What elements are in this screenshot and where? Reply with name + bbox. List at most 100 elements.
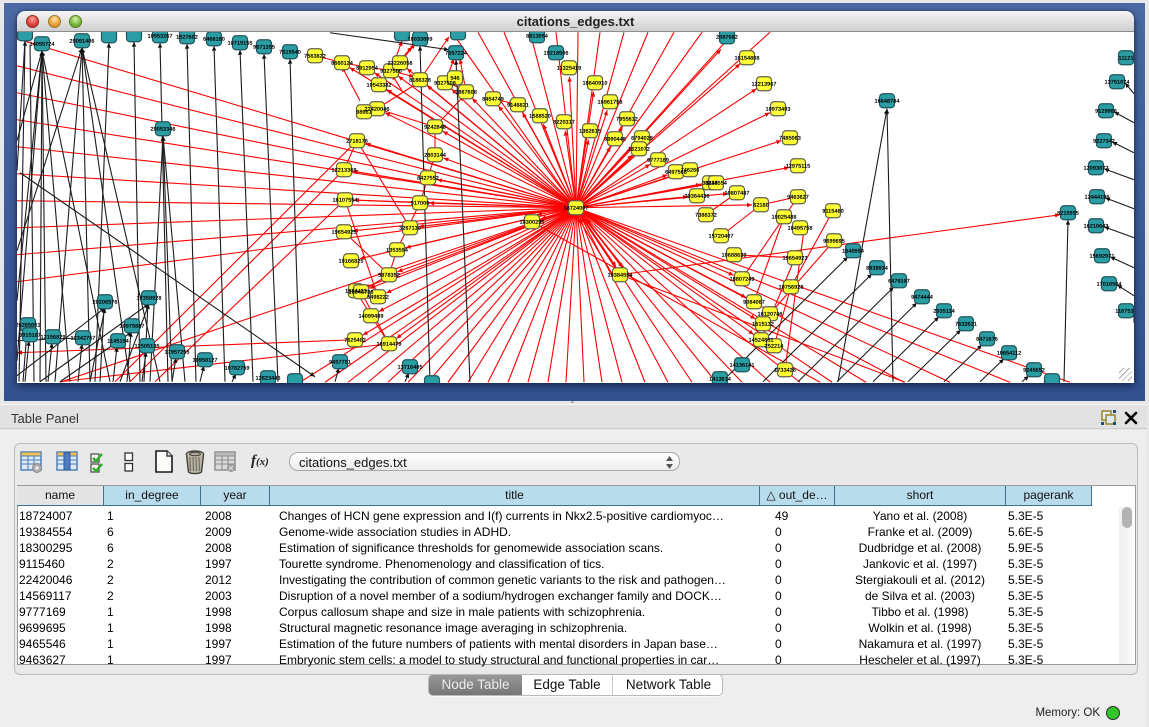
svg-text:3267130: 3267130 (399, 225, 421, 231)
svg-text:9245652: 9245652 (1023, 367, 1045, 373)
svg-text:18807249: 18807249 (730, 276, 755, 282)
svg-text:9115460: 9115460 (822, 208, 843, 214)
svg-text:1167534: 1167534 (1115, 308, 1134, 314)
svg-text:10807487: 10807487 (725, 190, 750, 196)
svg-text:16107554: 16107554 (333, 197, 359, 203)
svg-text:8186328: 8186328 (409, 77, 431, 83)
svg-text:10719155: 10719155 (228, 40, 253, 46)
svg-text:19166825: 19166825 (339, 258, 364, 264)
svg-text:11325419: 11325419 (557, 65, 582, 71)
svg-text:8990448: 8990448 (604, 136, 626, 142)
svg-text:19218506: 19218506 (544, 50, 569, 56)
svg-text:23226058: 23226058 (388, 60, 413, 66)
svg-text:18495758: 18495758 (788, 225, 813, 231)
svg-text:7515540: 7515540 (279, 49, 301, 55)
svg-text:6794028: 6794028 (631, 135, 653, 141)
svg-text:20364436: 20364436 (685, 193, 710, 199)
svg-text:12975115: 12975115 (786, 163, 811, 169)
svg-text:10553267: 10553267 (148, 33, 173, 39)
svg-text:1621072: 1621072 (628, 146, 650, 152)
svg-text:10756928: 10756928 (779, 284, 804, 290)
svg-text:14136141: 14136141 (730, 362, 755, 368)
svg-text:10025488: 10025488 (772, 214, 797, 220)
svg-text:9474444: 9474444 (911, 294, 934, 300)
svg-text:8660124: 8660124 (331, 60, 354, 66)
svg-text:917006: 917006 (411, 200, 430, 206)
svg-text:9457791: 9457791 (329, 359, 351, 365)
svg-text:19384554: 19384554 (608, 272, 634, 278)
svg-text:9699695: 9699695 (823, 238, 845, 244)
svg-text:19654925: 19654925 (332, 229, 357, 235)
svg-text:2867608: 2867608 (455, 89, 477, 95)
svg-text:6466160: 6466160 (203, 36, 225, 42)
svg-text:2718176: 2718176 (346, 138, 368, 144)
svg-text:20091406: 20091406 (70, 38, 95, 44)
svg-text:16914479: 16914479 (377, 341, 402, 347)
svg-text:16120746: 16120746 (758, 311, 783, 317)
svg-text:17359928: 17359928 (137, 295, 162, 301)
svg-text:1527602: 1527602 (176, 34, 198, 40)
svg-text:9084067: 9084067 (743, 299, 765, 305)
svg-text:14055724: 14055724 (30, 41, 56, 47)
svg-text:20206576: 20206576 (93, 299, 118, 305)
svg-text:6479197: 6479197 (888, 278, 910, 284)
svg-text:8215955: 8215955 (1057, 210, 1079, 216)
svg-text:10958127: 10958127 (193, 357, 218, 363)
svg-text:9242848: 9242848 (424, 124, 446, 130)
svg-text:1733426: 1733426 (774, 367, 796, 373)
svg-text:13751074: 13751074 (1105, 79, 1131, 85)
svg-text:20053346: 20053346 (151, 126, 176, 132)
svg-text:7386372: 7386372 (695, 212, 717, 218)
svg-text:8220317: 8220317 (553, 119, 575, 125)
svg-text:3624554: 3624554 (705, 180, 728, 186)
svg-text:252214: 252214 (765, 343, 785, 349)
svg-text:8938924: 8938924 (866, 265, 889, 271)
svg-text:10688639: 10688639 (722, 252, 747, 258)
svg-text:8471676: 8471676 (976, 336, 998, 342)
svg-text:1640954: 1640954 (842, 248, 865, 254)
svg-text:18724007: 18724007 (564, 205, 589, 211)
svg-text:16033809: 16033809 (408, 36, 433, 42)
svg-text:8454749: 8454749 (482, 96, 504, 102)
svg-text:3915187: 3915187 (19, 332, 41, 338)
svg-text:1362615: 1362615 (579, 128, 601, 134)
svg-text:19654923: 19654923 (783, 255, 808, 261)
svg-text:9129966: 9129966 (1095, 108, 1117, 114)
svg-text:5878352: 5878352 (378, 272, 400, 278)
svg-text:1588520: 1588520 (529, 113, 551, 119)
svg-text:18300295: 18300295 (520, 219, 545, 225)
svg-text:9463627: 9463627 (787, 194, 809, 200)
svg-text:16648784: 16648784 (875, 98, 901, 104)
svg-text:7955812: 7955812 (616, 116, 638, 122)
svg-text:8427552: 8427552 (417, 175, 439, 181)
svg-text:17957255: 17957255 (165, 349, 190, 355)
svg-text:98961: 98961 (356, 109, 372, 115)
svg-text:5498222: 5498222 (367, 294, 389, 300)
svg-text:14099489: 14099489 (359, 313, 384, 319)
svg-text:1615132: 1615132 (752, 321, 774, 327)
svg-text:9327500: 9327500 (380, 68, 402, 74)
svg-text:746266: 746266 (681, 167, 700, 173)
svg-text:12823446: 12823446 (256, 375, 281, 381)
svg-text:15692971: 15692971 (1090, 253, 1115, 259)
svg-text:1145194: 1145194 (107, 338, 129, 344)
svg-text:1353594: 1353594 (386, 247, 409, 253)
svg-text:15720407: 15720407 (709, 233, 734, 239)
svg-text:12213369: 12213369 (332, 167, 357, 173)
svg-text:12093872: 12093872 (1084, 165, 1109, 171)
svg-text:12342757: 12342757 (71, 335, 96, 341)
svg-text:16210643: 16210643 (1084, 223, 1109, 229)
svg-text:10782759: 10782759 (225, 365, 250, 371)
svg-text:9671355: 9671355 (253, 44, 275, 50)
svg-text:10973493: 10973493 (766, 106, 791, 112)
svg-text:12505135: 12505135 (135, 343, 160, 349)
svg-text:12213967: 12213967 (752, 81, 777, 87)
svg-text:7357224: 7357224 (445, 50, 468, 56)
svg-text:16961758: 16961758 (598, 99, 623, 105)
svg-text:8912954: 8912954 (356, 65, 379, 71)
svg-text:17016504: 17016504 (1097, 281, 1123, 287)
svg-text:1413614: 1413614 (709, 376, 732, 382)
svg-text:14524851: 14524851 (749, 337, 774, 343)
svg-text:9777169: 9777169 (647, 157, 669, 163)
svg-text:7625402: 7625402 (344, 337, 366, 343)
